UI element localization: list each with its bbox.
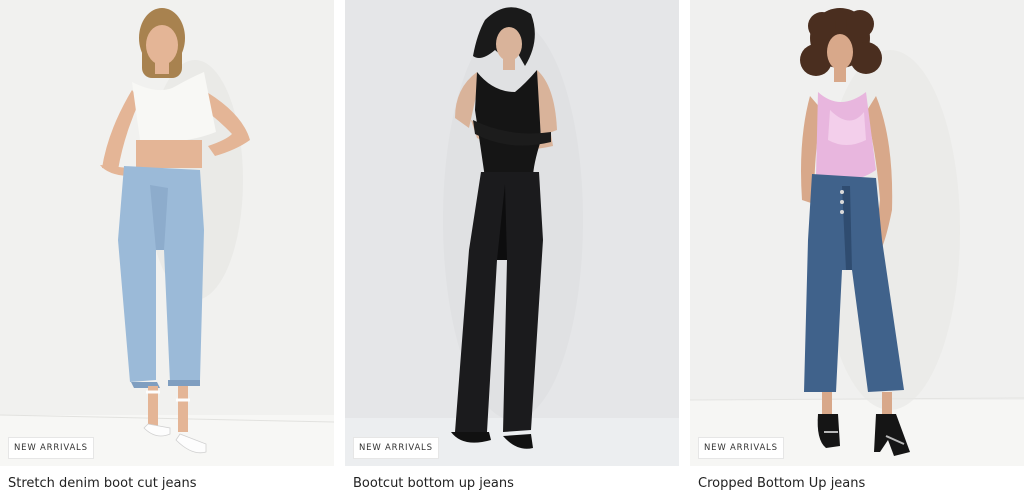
product-image[interactable] [0, 0, 334, 466]
new-arrivals-badge: NEW ARRIVALS [8, 437, 94, 459]
new-arrivals-badge: NEW ARRIVALS [698, 437, 784, 459]
product-card[interactable]: NEW ARRIVALS Cropped Bottom Up jeans [690, 0, 1024, 494]
product-photo-svg [690, 0, 1024, 466]
product-photo-svg [0, 0, 334, 466]
product-grid: NEW ARRIVALS Stretch denim boot cut jean… [0, 0, 1024, 494]
product-image[interactable] [690, 0, 1024, 466]
new-arrivals-badge: NEW ARRIVALS [353, 437, 439, 459]
product-title[interactable]: Bootcut bottom up jeans [353, 476, 514, 491]
product-photo-svg [345, 0, 679, 466]
product-title[interactable]: Stretch denim boot cut jeans [8, 476, 197, 491]
product-card[interactable]: NEW ARRIVALS Stretch denim boot cut jean… [0, 0, 334, 494]
product-card[interactable]: NEW ARRIVALS Bootcut bottom up jeans [345, 0, 679, 494]
product-title[interactable]: Cropped Bottom Up jeans [698, 476, 865, 491]
product-image[interactable] [345, 0, 679, 466]
